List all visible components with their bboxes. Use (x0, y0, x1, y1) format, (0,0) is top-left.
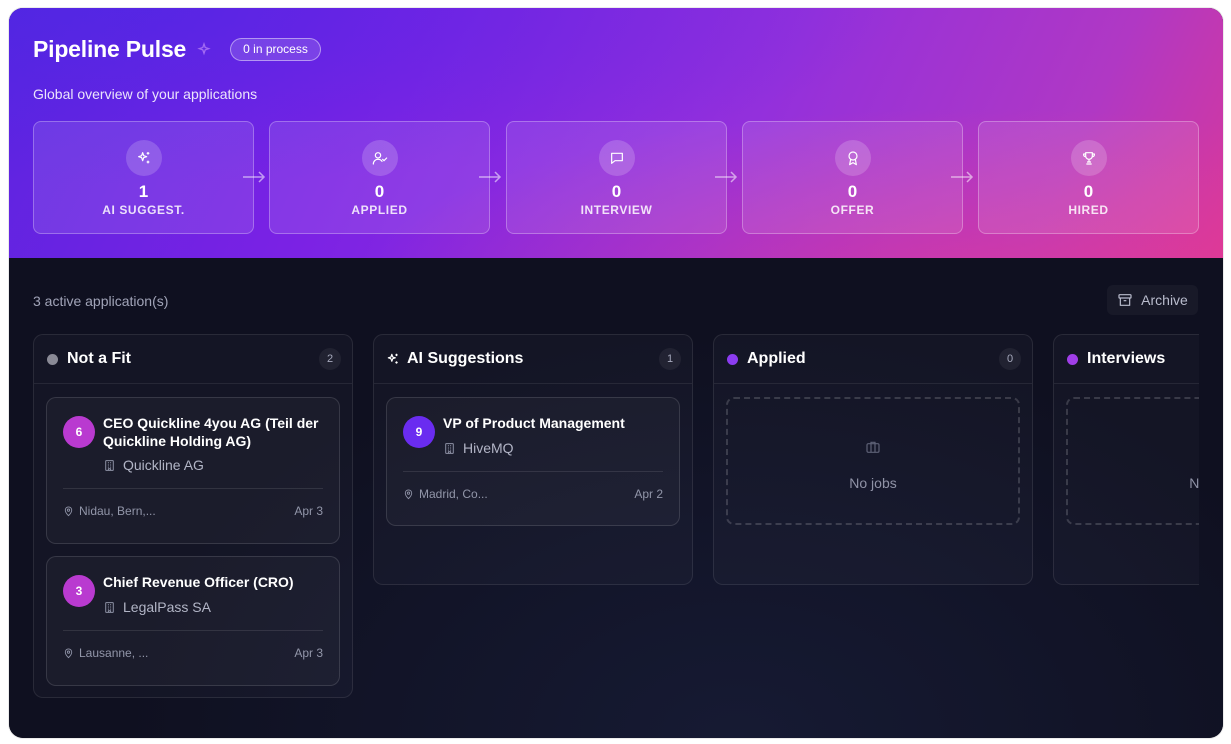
status-dot (727, 354, 738, 365)
column-ai-suggestions: AI Suggestions 1 9 VP of Product Managem… (373, 334, 693, 585)
stage-offer[interactable]: 0 OFFER (742, 121, 963, 234)
building-icon (105, 459, 114, 471)
column-count-badge: 0 (999, 348, 1021, 370)
column-interviews: Interviews No jobs (1053, 334, 1199, 585)
award-icon (847, 151, 858, 166)
pipeline-header: Pipeline Pulse 0 in process Global overv… (9, 8, 1223, 258)
title-row: Pipeline Pulse 0 in process (33, 36, 321, 63)
stage-hired[interactable]: 0 HIRED (978, 121, 1199, 234)
company-name: Quickline AG (103, 457, 204, 473)
column-header: Not a Fit 2 (34, 335, 352, 384)
building-icon (445, 442, 454, 454)
job-title: VP of Product Management (443, 415, 625, 431)
status-dot (47, 354, 58, 365)
empty-dropzone[interactable]: No jobs (1066, 397, 1199, 525)
empty-state-text: No jobs (849, 475, 897, 491)
empty-dropzone[interactable]: No jobs (726, 397, 1020, 525)
stage-applied[interactable]: 0 APPLIED (269, 121, 490, 234)
building-icon (105, 601, 114, 613)
stage-count: 0 (611, 182, 622, 201)
match-score-badge: 6 (63, 416, 95, 448)
page-subtitle: Global overview of your applications (33, 86, 258, 102)
map-pin-icon (64, 648, 73, 658)
job-card[interactable]: 9 VP of Product Management HiveMQ Madrid… (386, 397, 680, 526)
stage-count: 1 (138, 182, 149, 201)
active-applications-count: 3 active application(s) (33, 293, 169, 309)
archive-icon (1118, 294, 1132, 306)
stage-label: APPLIED (351, 203, 408, 217)
stage-count: 0 (374, 182, 385, 201)
archive-button[interactable]: Archive (1107, 285, 1198, 315)
sparkle-icon (197, 41, 211, 55)
column-header: Applied 0 (714, 335, 1032, 384)
company-name: LegalPass SA (103, 599, 211, 615)
match-score-badge: 9 (403, 416, 435, 448)
stage-count: 0 (847, 182, 858, 201)
arrow-right-icon (479, 171, 502, 183)
job-title: CEO Quickline 4you AG (Teil der Quicklin… (103, 415, 319, 449)
status-dot (1067, 354, 1078, 365)
page-title: Pipeline Pulse (33, 36, 187, 62)
job-date: Apr 3 (294, 646, 323, 660)
column-count-badge: 1 (659, 348, 681, 370)
empty-state-text: No jobs (1189, 475, 1199, 491)
arrow-right-icon (715, 171, 738, 183)
map-pin-icon (64, 506, 73, 516)
column-title: Interviews (1087, 350, 1166, 367)
sparkles-icon (387, 353, 398, 364)
stage-ai-suggest[interactable]: 1 AI SUGGEST. (33, 121, 254, 234)
job-location: Nidau, Bern,... (63, 504, 156, 518)
column-applied: Applied 0 No jobs (713, 334, 1033, 585)
column-title: Applied (747, 350, 806, 367)
stage-count: 0 (1083, 182, 1094, 201)
job-card[interactable]: 3 Chief Revenue Officer (CRO) LegalPass … (46, 556, 340, 686)
stage-label: HIRED (1068, 203, 1109, 217)
stage-label: AI SUGGEST. (102, 203, 185, 217)
column-title: Not a Fit (67, 350, 131, 367)
column-header: AI Suggestions 1 (374, 335, 692, 384)
column-title: AI Suggestions (407, 350, 524, 367)
job-title: Chief Revenue Officer (CRO) (103, 574, 294, 590)
stage-interview[interactable]: 0 INTERVIEW (506, 121, 727, 234)
job-date: Apr 3 (294, 504, 323, 518)
column-header: Interviews (1054, 335, 1199, 384)
chat-bubble-icon (610, 152, 623, 164)
in-process-badge: 0 in process (230, 38, 321, 61)
job-location: Madrid, Co... (403, 487, 488, 501)
column-not-a-fit: Not a Fit 2 6 CEO Quickline 4you AG (Tei… (33, 334, 353, 698)
job-date: Apr 2 (634, 487, 663, 501)
stage-label: INTERVIEW (580, 203, 653, 217)
sparkles-icon (137, 152, 149, 164)
kanban-board: 3 active application(s) Archive Not a Fi… (9, 258, 1223, 738)
user-check-icon (372, 152, 387, 165)
arrow-right-icon (951, 171, 974, 183)
archive-label: Archive (1141, 292, 1188, 308)
trophy-icon (1082, 152, 1095, 165)
columns-scroll-area[interactable]: Not a Fit 2 6 CEO Quickline 4you AG (Tei… (33, 334, 1199, 734)
match-score-badge: 3 (63, 575, 95, 607)
stage-label: OFFER (830, 203, 875, 217)
stage-summary: 1 AI SUGGEST. 0 APPLIED 0 INTERVIEW 0 OF… (33, 121, 1199, 234)
job-card[interactable]: 6 CEO Quickline 4you AG (Teil der Quickl… (46, 397, 340, 544)
map-pin-icon (404, 489, 413, 499)
app-window: Pipeline Pulse 0 in process Global overv… (9, 8, 1223, 738)
column-count-badge: 2 (319, 348, 341, 370)
company-name: HiveMQ (443, 440, 514, 456)
job-location: Lausanne, ... (63, 646, 148, 660)
arrow-right-icon (243, 171, 266, 183)
briefcase-icon (866, 441, 880, 453)
